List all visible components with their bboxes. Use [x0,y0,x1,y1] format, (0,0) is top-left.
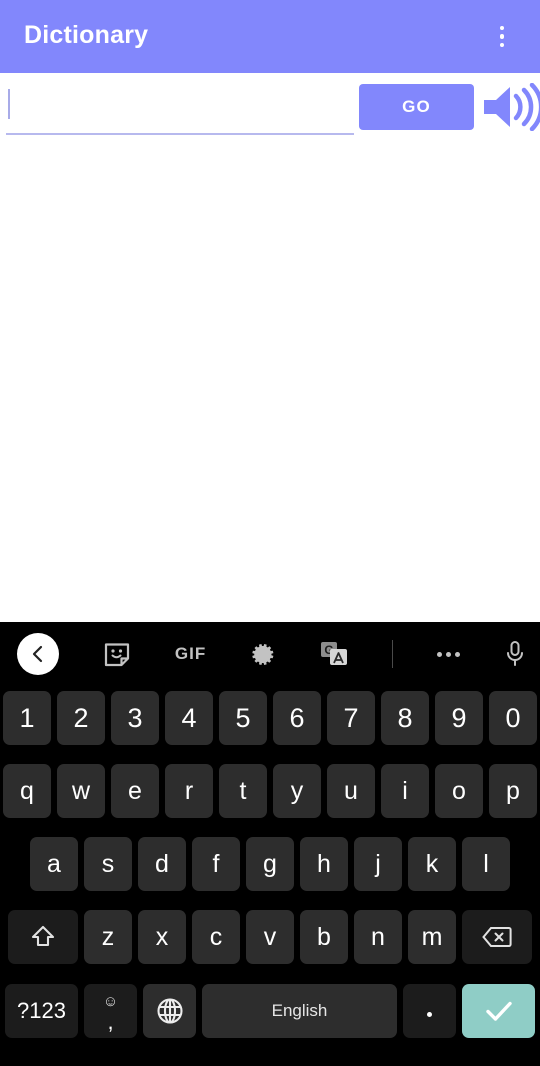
toolbar-divider [392,640,394,668]
key-u[interactable]: u [327,764,375,818]
symbols-key[interactable]: ?123 [5,984,78,1038]
more-horizontal-icon[interactable] [437,651,461,657]
key-z[interactable]: z [84,910,132,964]
key-7[interactable]: 7 [327,691,375,745]
backspace-key[interactable] [462,910,532,964]
key-r[interactable]: r [165,764,213,818]
google-translate-icon[interactable]: G [320,641,348,667]
key-k[interactable]: k [408,837,456,891]
key-v[interactable]: v [246,910,294,964]
soft-keyboard: GIF G 1 2 3 4 5 6 7 8 9 0 q w e r t y u … [0,622,540,1066]
smiley-icon: ☺ [102,992,119,1010]
key-9[interactable]: 9 [435,691,483,745]
key-x[interactable]: x [138,910,186,964]
more-options-icon[interactable] [482,17,522,57]
key-b[interactable]: b [300,910,348,964]
checkmark-icon [485,1001,512,1021]
key-1[interactable]: 1 [3,691,51,745]
keyboard-row-home: a s d f g h j k l [0,837,540,891]
key-0[interactable]: 0 [489,691,537,745]
volume-up-icon[interactable] [482,80,540,134]
keyboard-row-top: q w e r t y u i o p [0,764,540,818]
overflow-dot [499,34,505,39]
backspace-icon [482,927,512,947]
key-5[interactable]: 5 [219,691,267,745]
key-6[interactable]: 6 [273,691,321,745]
space-key[interactable]: English [202,984,397,1038]
go-button[interactable]: GO [359,84,474,130]
keyboard-keys: 1 2 3 4 5 6 7 8 9 0 q w e r t y u i o p … [0,691,540,1040]
key-f[interactable]: f [192,837,240,891]
gif-icon[interactable]: GIF [175,644,206,664]
key-e[interactable]: e [111,764,159,818]
comma-label: , [107,1008,114,1034]
emoji-comma-key[interactable]: ☺ , [84,984,137,1038]
key-g[interactable]: g [246,837,294,891]
key-8[interactable]: 8 [381,691,429,745]
key-t[interactable]: t [219,764,267,818]
period-dot [427,1012,432,1017]
keyboard-toolbar: GIF G [0,622,540,686]
key-j[interactable]: j [354,837,402,891]
gear-icon[interactable] [250,641,276,667]
overflow-dot [499,25,505,31]
shift-key[interactable] [8,910,78,964]
key-h[interactable]: h [300,837,348,891]
key-a[interactable]: a [30,837,78,891]
key-o[interactable]: o [435,764,483,818]
key-c[interactable]: c [192,910,240,964]
page-title: Dictionary [24,21,149,49]
key-4[interactable]: 4 [165,691,213,745]
key-s[interactable]: s [84,837,132,891]
keyboard-row-bottom-letters: z x c v b n m [0,910,540,964]
back-arrow-icon[interactable] [17,633,59,675]
key-2[interactable]: 2 [57,691,105,745]
keyboard-row-function: ?123 ☺ , English [0,982,540,1040]
enter-key[interactable] [462,984,535,1038]
shift-arrow-icon [31,925,55,947]
microphone-icon[interactable] [504,640,526,668]
period-key[interactable] [403,984,456,1038]
key-w[interactable]: w [57,764,105,818]
key-3[interactable]: 3 [111,691,159,745]
globe-icon [156,998,183,1024]
results-area [0,141,540,622]
sticker-icon[interactable] [103,640,131,668]
overflow-dot [499,42,505,48]
search-input[interactable] [8,81,346,125]
key-y[interactable]: y [273,764,321,818]
key-m[interactable]: m [408,910,456,964]
key-q[interactable]: q [3,764,51,818]
app-bar: Dictionary [0,0,540,73]
key-d[interactable]: d [138,837,186,891]
key-n[interactable]: n [354,910,402,964]
key-i[interactable]: i [381,764,429,818]
app-screen: Dictionary GO GIF G 1 2 3 4 5 6 7 8 9 0 … [0,0,540,1066]
key-l[interactable]: l [462,837,510,891]
keyboard-row-numbers: 1 2 3 4 5 6 7 8 9 0 [0,691,540,745]
key-p[interactable]: p [489,764,537,818]
language-switch-key[interactable] [143,984,196,1038]
